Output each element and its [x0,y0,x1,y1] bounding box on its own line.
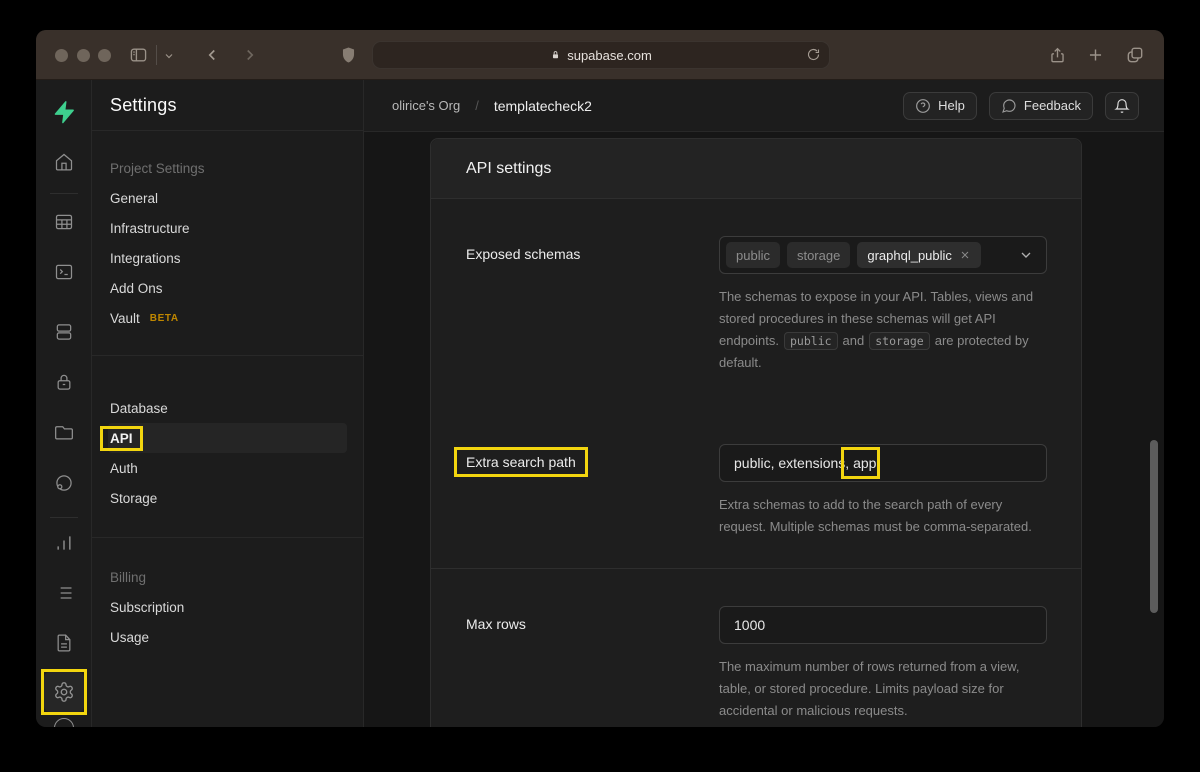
close-window-button[interactable] [55,49,68,62]
max-rows-description: The maximum number of rows returned from… [719,656,1049,722]
project-icon-sidebar [36,80,92,727]
feedback-button[interactable]: Feedback [989,92,1093,120]
help-icon [915,98,931,114]
nav-item-general[interactable]: General [108,183,347,213]
sidebar-divider [50,517,78,518]
storage-icon[interactable] [54,423,74,443]
logs-icon[interactable] [54,583,74,603]
breadcrumb-project[interactable]: templatecheck2 [494,98,592,114]
sidebar-toggle-icon[interactable] [128,45,149,65]
highlighted-input-text: , app [845,455,876,471]
inline-code-public: public [784,332,838,350]
extra-search-path-input[interactable]: public, extensions, app [719,444,1047,482]
nav-item-vault[interactable]: VaultBETA [108,303,347,333]
topbar-actions: Help Feedback [903,92,1139,120]
schema-tag-storage[interactable]: storage [787,242,850,268]
max-rows-row: Max rows 1000 The maximum number of rows… [431,606,1081,722]
help-button[interactable]: Help [903,92,977,120]
schema-tag-graphql-public[interactable]: graphql_public [857,242,981,268]
table-editor-icon[interactable] [54,212,74,232]
nav-item-storage[interactable]: Storage [108,483,347,513]
lock-icon [550,49,561,61]
settings-gear-icon[interactable] [44,672,84,712]
exposed-schemas-label: Exposed schemas [466,236,719,374]
breadcrumb-separator: / [475,98,479,113]
max-rows-input[interactable]: 1000 [719,606,1047,644]
nav-item-add-ons[interactable]: Add Ons [108,273,347,303]
app-frame: Settings Project Settings General Infras… [36,80,1164,727]
section-divider [431,568,1081,569]
home-icon[interactable] [54,152,74,172]
feedback-icon [1001,98,1017,114]
chevron-down-icon[interactable] [1018,247,1034,263]
settings-content: API settings Exposed schemas public stor… [364,132,1164,727]
remove-tag-icon[interactable] [959,249,971,261]
nav-item-api[interactable]: API [108,423,347,453]
user-avatar[interactable] [54,718,74,727]
api-settings-card: API settings Exposed schemas public stor… [430,138,1082,727]
extra-search-path-description: Extra schemas to add to the search path … [719,494,1049,538]
beta-badge: BETA [150,313,179,324]
zoom-window-button[interactable] [98,49,111,62]
nav-item-usage[interactable]: Usage [108,622,347,652]
sql-editor-icon[interactable] [54,262,74,282]
url-text: supabase.com [567,48,652,63]
nav-item-subscription[interactable]: Subscription [108,592,347,622]
exposed-schemas-description: The schemas to expose in your API. Table… [719,286,1049,374]
auth-lock-icon[interactable] [54,372,74,392]
inline-code-storage: storage [869,332,929,350]
chevron-down-icon[interactable] [163,50,175,62]
extra-search-path-row: Extra search path public, extensions, ap… [431,444,1081,538]
toolbar-divider [156,45,157,65]
exposed-schemas-multiselect[interactable]: public storage graphql_public [719,236,1047,274]
nav-section-header: Billing [92,562,363,592]
browser-toolbar: supabase.com [36,30,1164,80]
minimize-window-button[interactable] [77,49,90,62]
tab-overview-icon[interactable] [1125,45,1145,65]
nav-item-infrastructure[interactable]: Infrastructure [108,213,347,243]
notifications-button[interactable] [1105,92,1139,120]
bell-icon [1114,98,1130,114]
card-header: API settings [431,139,1081,199]
nav-section-header: Project Settings [92,153,363,183]
api-docs-icon[interactable] [54,633,74,653]
forward-icon[interactable] [241,46,259,64]
supabase-logo-icon[interactable] [51,99,77,125]
settings-nav-panel: Settings Project Settings General Infras… [92,80,364,727]
max-rows-label: Max rows [466,606,719,722]
reports-icon[interactable] [54,533,74,553]
nav-group-project-settings: Project Settings General Infrastructure … [92,131,363,356]
schema-tag-public[interactable]: public [726,242,780,268]
nav-item-database[interactable]: Database [108,393,347,423]
nav-item-auth[interactable]: Auth [108,453,347,483]
nav-group-billing: Billing Subscription Usage [92,538,363,674]
edge-functions-icon[interactable] [54,473,74,493]
nav-group-product: Database API Auth Storage [92,356,363,538]
main-area: olirice's Org / templatecheck2 Help Feed… [364,80,1164,727]
breadcrumb-org[interactable]: olirice's Org [392,98,460,113]
share-icon[interactable] [1048,45,1067,65]
browser-window: supabase.com [36,30,1164,727]
reload-icon[interactable] [806,47,821,65]
address-bar[interactable]: supabase.com [372,41,830,69]
sidebar-divider [50,193,78,194]
privacy-shield-icon[interactable] [339,45,358,65]
database-icon[interactable] [54,322,74,342]
card-title: API settings [466,160,551,178]
scrollbar-thumb[interactable] [1150,440,1158,613]
new-tab-icon[interactable] [1086,45,1105,65]
nav-item-integrations[interactable]: Integrations [108,243,347,273]
back-icon[interactable] [203,46,221,64]
extra-search-path-label: Extra search path [466,444,719,538]
exposed-schemas-row: Exposed schemas public storage graphql_p… [431,236,1081,374]
project-topbar: olirice's Org / templatecheck2 Help Feed… [364,80,1164,132]
settings-panel-title: Settings [92,80,363,131]
